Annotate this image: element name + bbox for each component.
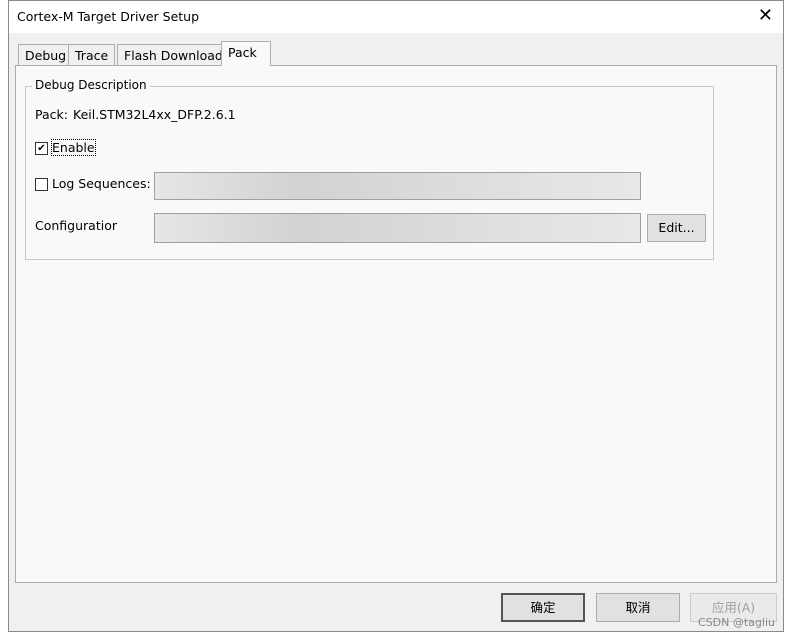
dialog-window: Cortex-M Target Driver Setup ✕ Debug Tra…: [8, 0, 784, 632]
log-sequences-input[interactable]: [154, 172, 641, 200]
tab-pack[interactable]: Pack: [221, 41, 271, 66]
ok-button[interactable]: 确定: [501, 593, 585, 622]
group-title: Debug Description: [32, 78, 150, 92]
tab-flash-download[interactable]: Flash Download: [117, 44, 230, 65]
enable-checkbox[interactable]: ✔: [35, 142, 48, 155]
enable-label[interactable]: Enable: [51, 139, 96, 156]
log-sequences-checkbox[interactable]: [35, 178, 48, 191]
tab-panel: Debug Description Pack: Keil.STM32L4xx_D…: [15, 65, 777, 583]
debug-description-group: Debug Description Pack: Keil.STM32L4xx_D…: [25, 78, 714, 260]
configuration-label: Configuratior: [35, 218, 117, 233]
pack-label: Pack:: [35, 107, 68, 122]
tab-debug[interactable]: Debug: [18, 44, 74, 65]
window-title: Cortex-M Target Driver Setup: [17, 9, 200, 24]
tab-trace[interactable]: Trace: [68, 44, 116, 65]
cancel-button[interactable]: 取消: [596, 593, 680, 622]
edit-button[interactable]: Edit...: [647, 214, 706, 242]
log-sequences-label: Log Sequences:: [52, 176, 151, 191]
title-bar: Cortex-M Target Driver Setup ✕: [9, 1, 783, 33]
pack-value: Keil.STM32L4xx_DFP.2.6.1: [73, 107, 236, 122]
configuration-input[interactable]: [154, 213, 641, 243]
close-icon[interactable]: ✕: [758, 5, 773, 26]
watermark: CSDN @tagliu: [698, 616, 775, 629]
